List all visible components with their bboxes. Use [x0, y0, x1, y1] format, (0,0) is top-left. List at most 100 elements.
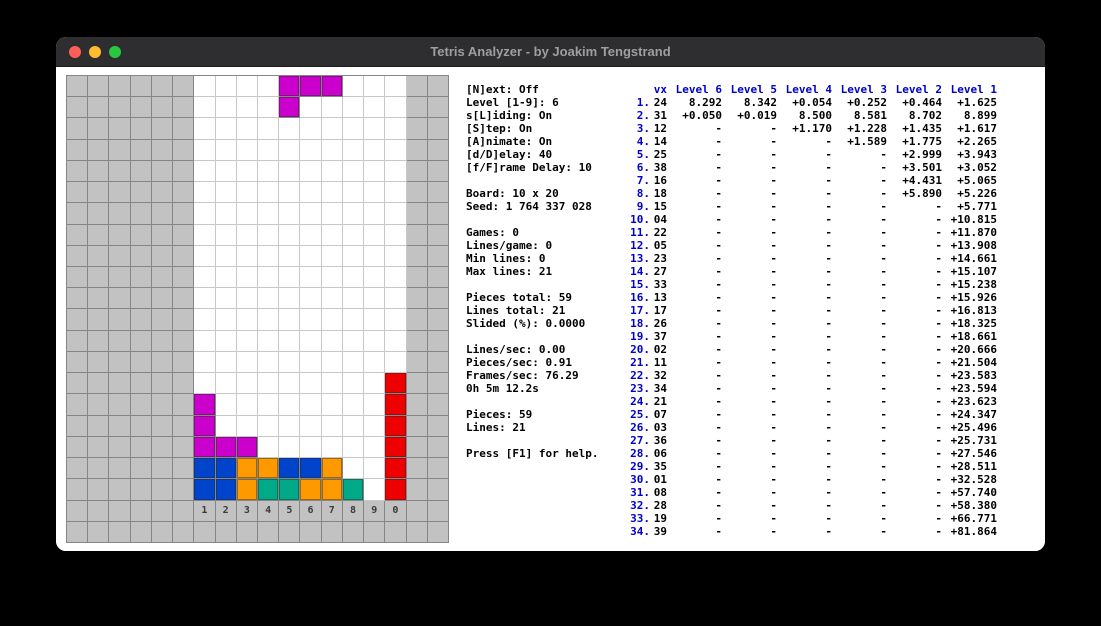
border-cell — [67, 373, 88, 394]
field-cell — [258, 288, 279, 309]
border-cell — [300, 522, 321, 543]
level-value: +5.771 — [942, 200, 997, 213]
border-cell — [109, 522, 130, 543]
level-value: - — [667, 395, 722, 408]
row-number: 27. — [628, 434, 650, 447]
table-row: 33.19-----+66.771 — [628, 512, 997, 525]
piece-cell — [237, 458, 258, 479]
border-cell — [152, 394, 173, 415]
level-value: - — [667, 486, 722, 499]
border-cell — [88, 416, 109, 437]
field-cell — [343, 267, 364, 288]
level-value: - — [887, 213, 942, 226]
field-cell — [322, 331, 343, 352]
border-cell — [173, 394, 194, 415]
level-value: +1.228 — [832, 122, 887, 135]
zoom-button[interactable] — [109, 46, 121, 58]
field-cell — [322, 267, 343, 288]
vx-value: 23 — [650, 252, 667, 265]
border-cell — [173, 118, 194, 139]
field-cell — [258, 225, 279, 246]
border-cell — [428, 416, 449, 437]
field-cell — [300, 394, 321, 415]
field-cell — [237, 246, 258, 267]
border-cell — [109, 76, 130, 97]
border-cell — [407, 458, 428, 479]
piece-cell — [194, 394, 215, 415]
border-cell — [407, 161, 428, 182]
border-cell — [152, 225, 173, 246]
table-row: 9.15-----+5.771 — [628, 200, 997, 213]
level-value: - — [722, 512, 777, 525]
level-value: - — [887, 252, 942, 265]
level-value: - — [667, 512, 722, 525]
status-line: [S]tep: On — [466, 122, 598, 135]
field-cell — [364, 437, 385, 458]
border-cell — [131, 246, 152, 267]
field-cell — [279, 203, 300, 224]
column-label: 9 — [364, 501, 385, 522]
level-value: - — [887, 330, 942, 343]
level-value: +13.908 — [942, 239, 997, 252]
border-cell — [67, 182, 88, 203]
row-number: 16. — [628, 291, 650, 304]
field-cell — [194, 203, 215, 224]
level-value: - — [832, 473, 887, 486]
close-button[interactable] — [69, 46, 81, 58]
piece-cell — [279, 479, 300, 500]
piece-cell — [385, 479, 406, 500]
status-line: Lines total: 21 — [466, 304, 598, 317]
field-cell — [343, 182, 364, 203]
vx-value: 21 — [650, 395, 667, 408]
border-cell — [173, 140, 194, 161]
border-cell — [88, 246, 109, 267]
level-value: - — [777, 239, 832, 252]
level-value: - — [832, 382, 887, 395]
border-cell — [109, 140, 130, 161]
level-value: - — [832, 304, 887, 317]
field-cell — [279, 352, 300, 373]
field-cell — [237, 416, 258, 437]
minimize-button[interactable] — [89, 46, 101, 58]
level-value: 8.500 — [777, 109, 832, 122]
field-cell — [343, 394, 364, 415]
field-cell — [364, 373, 385, 394]
level-value: +0.464 — [887, 96, 942, 109]
level-value: 8.342 — [722, 96, 777, 109]
field-cell — [258, 97, 279, 118]
table-row: 18.26-----+18.325 — [628, 317, 997, 330]
column-label: 3 — [237, 501, 258, 522]
level-value: - — [667, 434, 722, 447]
field-cell — [237, 97, 258, 118]
border-cell — [109, 118, 130, 139]
level-value: +3.943 — [942, 148, 997, 161]
field-cell — [300, 97, 321, 118]
row-number: 18. — [628, 317, 650, 330]
level-value: +0.054 — [777, 96, 832, 109]
field-cell — [258, 437, 279, 458]
field-cell — [194, 118, 215, 139]
field-cell — [194, 161, 215, 182]
field-cell — [322, 288, 343, 309]
border-cell — [131, 416, 152, 437]
level-value: - — [777, 252, 832, 265]
vx-value: 18 — [650, 187, 667, 200]
border-cell — [343, 522, 364, 543]
level-value: +23.623 — [942, 395, 997, 408]
border-cell — [109, 309, 130, 330]
titlebar[interactable]: Tetris Analyzer - by Joakim Tengstrand — [56, 37, 1045, 67]
table-row: 24.21-----+23.623 — [628, 395, 997, 408]
field-cell — [364, 331, 385, 352]
border-cell — [131, 522, 152, 543]
border-cell — [407, 352, 428, 373]
field-cell — [364, 458, 385, 479]
border-cell — [67, 501, 88, 522]
field-cell — [216, 331, 237, 352]
border-cell — [428, 501, 449, 522]
border-cell — [109, 479, 130, 500]
level-value: +0.019 — [722, 109, 777, 122]
level-value: - — [832, 486, 887, 499]
level-value: - — [722, 343, 777, 356]
row-number: 14. — [628, 265, 650, 278]
border-cell — [152, 437, 173, 458]
